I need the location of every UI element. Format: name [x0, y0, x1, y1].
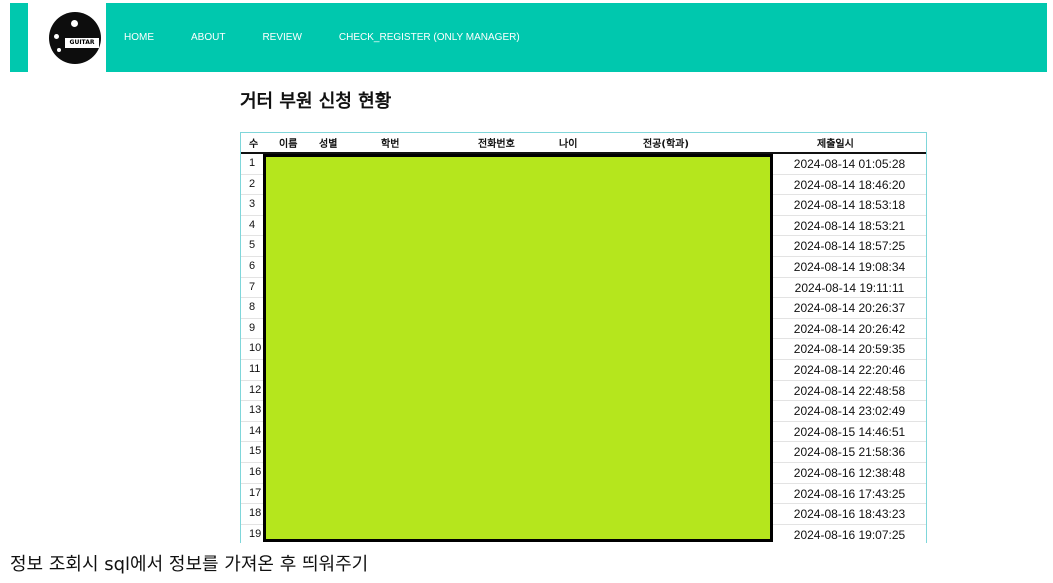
row-submitted-at: 2024-08-14 18:53:18	[793, 198, 906, 213]
row-submitted-at: 2024-08-14 19:11:11	[794, 280, 905, 295]
row-number: 16	[249, 465, 262, 478]
guitar-logo-icon: GUITAR	[49, 12, 101, 64]
caption-text: 정보 조회시 sql에서 정보를 가져온 후 띄워주기	[10, 554, 369, 575]
row-number: 4	[249, 218, 256, 231]
header-num: 수	[249, 139, 259, 150]
row-submitted-at: 2024-08-15 21:58:36	[793, 445, 906, 460]
header-phone: 전화번호	[478, 139, 515, 150]
row-submitted-at: 2024-08-16 19:07:25	[793, 527, 906, 542]
row-number: 14	[249, 424, 262, 437]
header-gender: 성별	[319, 139, 338, 150]
row-number: 5	[249, 239, 256, 252]
nav-about-link[interactable]: ABOUT	[191, 32, 225, 43]
nav-home-link[interactable]: HOME	[124, 32, 154, 43]
row-submitted-at: 2024-08-14 01:05:28	[793, 157, 906, 171]
row-number: 19	[249, 527, 262, 540]
row-number: 1	[249, 157, 256, 169]
row-submitted-at: 2024-08-14 22:20:46	[793, 362, 906, 377]
row-submitted-at: 2024-08-16 17:43:25	[793, 486, 906, 501]
row-submitted-at: 2024-08-14 20:26:42	[793, 321, 906, 336]
row-submitted-at: 2024-08-14 20:26:37	[793, 301, 906, 316]
header-name: 이름	[279, 139, 298, 150]
logo-dot-icon	[57, 48, 61, 52]
row-number: 2	[249, 177, 256, 190]
row-number: 3	[249, 198, 256, 211]
row-number: 9	[249, 321, 256, 334]
header-age: 나이	[559, 139, 578, 150]
logo-dot-icon	[71, 20, 78, 27]
row-number: 8	[249, 301, 256, 314]
header-student-id: 학번	[381, 139, 400, 150]
row-number: 10	[249, 342, 262, 355]
logo-container[interactable]: GUITAR	[28, 3, 106, 72]
row-number: 13	[249, 404, 262, 417]
row-submitted-at: 2024-08-14 18:53:21	[793, 218, 906, 233]
row-submitted-at: 2024-08-14 18:57:25	[793, 239, 906, 254]
row-submitted-at: 2024-08-15 14:46:51	[793, 424, 906, 439]
header-major: 전공(학과)	[643, 139, 689, 150]
row-number: 15	[249, 445, 262, 458]
row-number: 18	[249, 507, 262, 520]
logo-text: GUITAR	[65, 38, 99, 48]
row-number: 6	[249, 259, 256, 272]
row-number: 17	[249, 486, 262, 499]
row-submitted-at: 2024-08-14 20:59:35	[793, 342, 906, 357]
row-submitted-at: 2024-08-14 22:48:58	[793, 383, 906, 398]
row-number: 11	[249, 362, 261, 375]
row-number: 7	[249, 280, 256, 293]
nav-links: HOME ABOUT REVIEW CHECK_REGISTER (ONLY M…	[124, 3, 557, 72]
table-header: 수 이름 성별 학번 전화번호 나이 전공(학과) 제출일시	[241, 133, 926, 154]
nav-check-register-link[interactable]: CHECK_REGISTER (ONLY MANAGER)	[339, 32, 520, 43]
row-submitted-at: 2024-08-14 23:02:49	[793, 404, 906, 419]
redaction-block	[263, 154, 773, 542]
top-navbar: GUITAR HOME ABOUT REVIEW CHECK_REGISTER …	[10, 3, 1047, 72]
nav-review-link[interactable]: REVIEW	[262, 32, 301, 43]
row-number: 12	[249, 383, 262, 396]
logo-dot-icon	[54, 34, 59, 39]
row-submitted-at: 2024-08-14 18:46:20	[793, 177, 906, 192]
page-title: 거터 부원 신청 현황	[240, 91, 392, 112]
row-submitted-at: 2024-08-16 12:38:48	[793, 465, 906, 480]
row-submitted-at: 2024-08-16 18:43:23	[793, 507, 906, 522]
row-submitted-at: 2024-08-14 19:08:34	[793, 259, 906, 274]
header-submitted-at: 제출일시	[817, 139, 854, 150]
